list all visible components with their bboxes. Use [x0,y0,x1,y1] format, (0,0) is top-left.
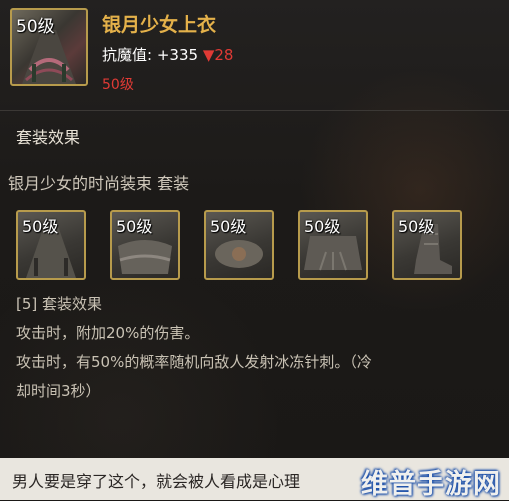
divider [0,110,509,111]
item-tooltip: 50级 银月少女上衣 抗魔值: +335 ▼28 50级 套装效果 银月少女的时… [0,0,509,500]
set-item-1[interactable]: 50级 [16,210,86,280]
set-item-4[interactable]: 50级 [298,210,368,280]
set-item-level: 50级 [116,217,153,236]
set-item-level: 50级 [210,217,247,236]
stat-value: +335 [156,46,199,64]
set-effect-line: 却时间3秒） [16,382,101,400]
stat-label: 抗魔值: [102,46,153,64]
caption-bar: 男人要是穿了这个，就会被人看成是心理 维普手游网 [0,458,509,500]
set-item-3[interactable]: 50级 [204,210,274,280]
set-effect-line: 攻击时，有50%的概率随机向敌人发射冰冻针刺。（冷 [16,353,372,371]
set-item-2[interactable]: 50级 [110,210,180,280]
set-item-level: 50级 [22,217,59,236]
set-items: 50级 50级 50级 50级 50级 [16,210,476,282]
set-name: 银月少女的时尚装束 套装 [8,174,190,193]
set-effects: [5] 套装效果 攻击时，附加20%的伤害。 攻击时，有50%的概率随机向敌人发… [16,290,496,406]
item-name: 银月少女上衣 [102,14,217,36]
set-item-5[interactable]: 50级 [392,210,462,280]
caption-text: 男人要是穿了这个，就会被人看成是心理 [12,472,301,491]
set-item-level: 50级 [304,217,341,236]
required-level: 50级 [102,77,134,93]
set-effect-header: 套装效果 [16,128,81,147]
site-watermark: 维普手游网 [361,469,501,500]
set-effect-line: 攻击时，附加20%的伤害。 [16,324,200,342]
stat-delta: ▼28 [202,46,234,64]
item-level-badge: 50级 [16,17,55,37]
stat-row: 抗魔值: +335 ▼28 [102,44,233,65]
set-item-level: 50级 [398,217,435,236]
item-icon[interactable]: 50级 [10,8,88,86]
set-effect-title: [5] 套装效果 [16,295,103,313]
